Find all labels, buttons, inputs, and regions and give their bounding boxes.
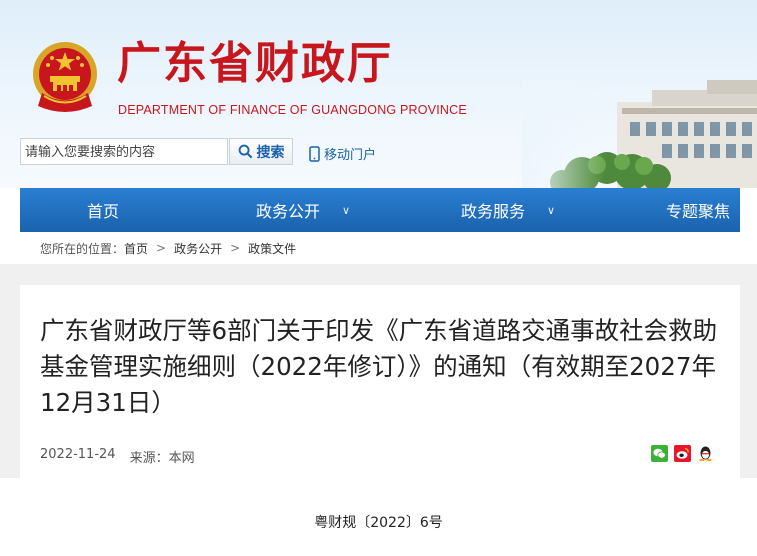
- breadcrumb-separator: >: [230, 241, 241, 255]
- national-emblem-icon: [33, 42, 97, 112]
- search-button-label: 搜索: [256, 144, 285, 161]
- chevron-down-icon: ∨: [342, 203, 351, 217]
- article-title: 广东省财政厅等6部门关于印发《广东省道路交通事故社会救助基金管理实施细则（202…: [40, 316, 718, 417]
- mobile-portal-link[interactable]: 移动门户: [309, 144, 376, 163]
- breadcrumb: 您所在的位置： 首页 > 政务公开 > 政策文件: [20, 232, 740, 265]
- nav-item-home[interactable]: 首页: [87, 188, 119, 232]
- nav-item-government-affairs[interactable]: 政务公开 ∨: [256, 188, 350, 232]
- document-number: 粤财规〔2022〕6号: [314, 515, 443, 531]
- wechat-share-icon[interactable]: [651, 445, 668, 462]
- search-input[interactable]: [20, 138, 228, 165]
- nav-item-government-services[interactable]: 政务服务 ∨: [461, 188, 555, 232]
- breadcrumb-item-government-affairs[interactable]: 政务公开: [174, 240, 222, 257]
- mobile-phone-icon: [309, 145, 320, 162]
- site-subtitle: DEPARTMENT OF FINANCE OF GUANGDONG PROVI…: [118, 103, 467, 117]
- main-nav: 首页 政务公开 ∨ 政务服务 ∨ 专题聚焦: [20, 188, 740, 232]
- share-buttons: [651, 445, 714, 462]
- search-button[interactable]: 搜索: [229, 138, 293, 165]
- breadcrumb-separator: >: [156, 241, 167, 255]
- breadcrumb-item-policy-documents[interactable]: 政策文件: [248, 240, 296, 257]
- nav-item-special-topics[interactable]: 专题聚焦: [666, 188, 730, 232]
- article-header-card: 广东省财政厅等6部门关于印发《广东省道路交通事故社会救助基金管理实施细则（202…: [20, 285, 740, 478]
- article-date: 2022-11-24: [40, 447, 116, 462]
- weibo-share-icon[interactable]: [674, 445, 691, 462]
- breadcrumb-label: 您所在的位置：: [40, 241, 125, 256]
- article-meta: 2022-11-24 来源：本网: [40, 447, 195, 466]
- building-banner-image: [522, 80, 757, 188]
- chevron-down-icon: ∨: [547, 203, 556, 217]
- mobile-portal-label: 移动门户: [324, 148, 377, 163]
- site-header: 广东省财政厅 DEPARTMENT OF FINANCE OF GUANGDON…: [0, 0, 757, 188]
- article-source: 来源：本网: [129, 451, 195, 466]
- search-icon: [238, 144, 252, 159]
- site-title[interactable]: 广东省财政厅: [117, 38, 393, 90]
- breadcrumb-item-home[interactable]: 首页: [124, 240, 148, 257]
- qq-share-icon[interactable]: [697, 445, 714, 462]
